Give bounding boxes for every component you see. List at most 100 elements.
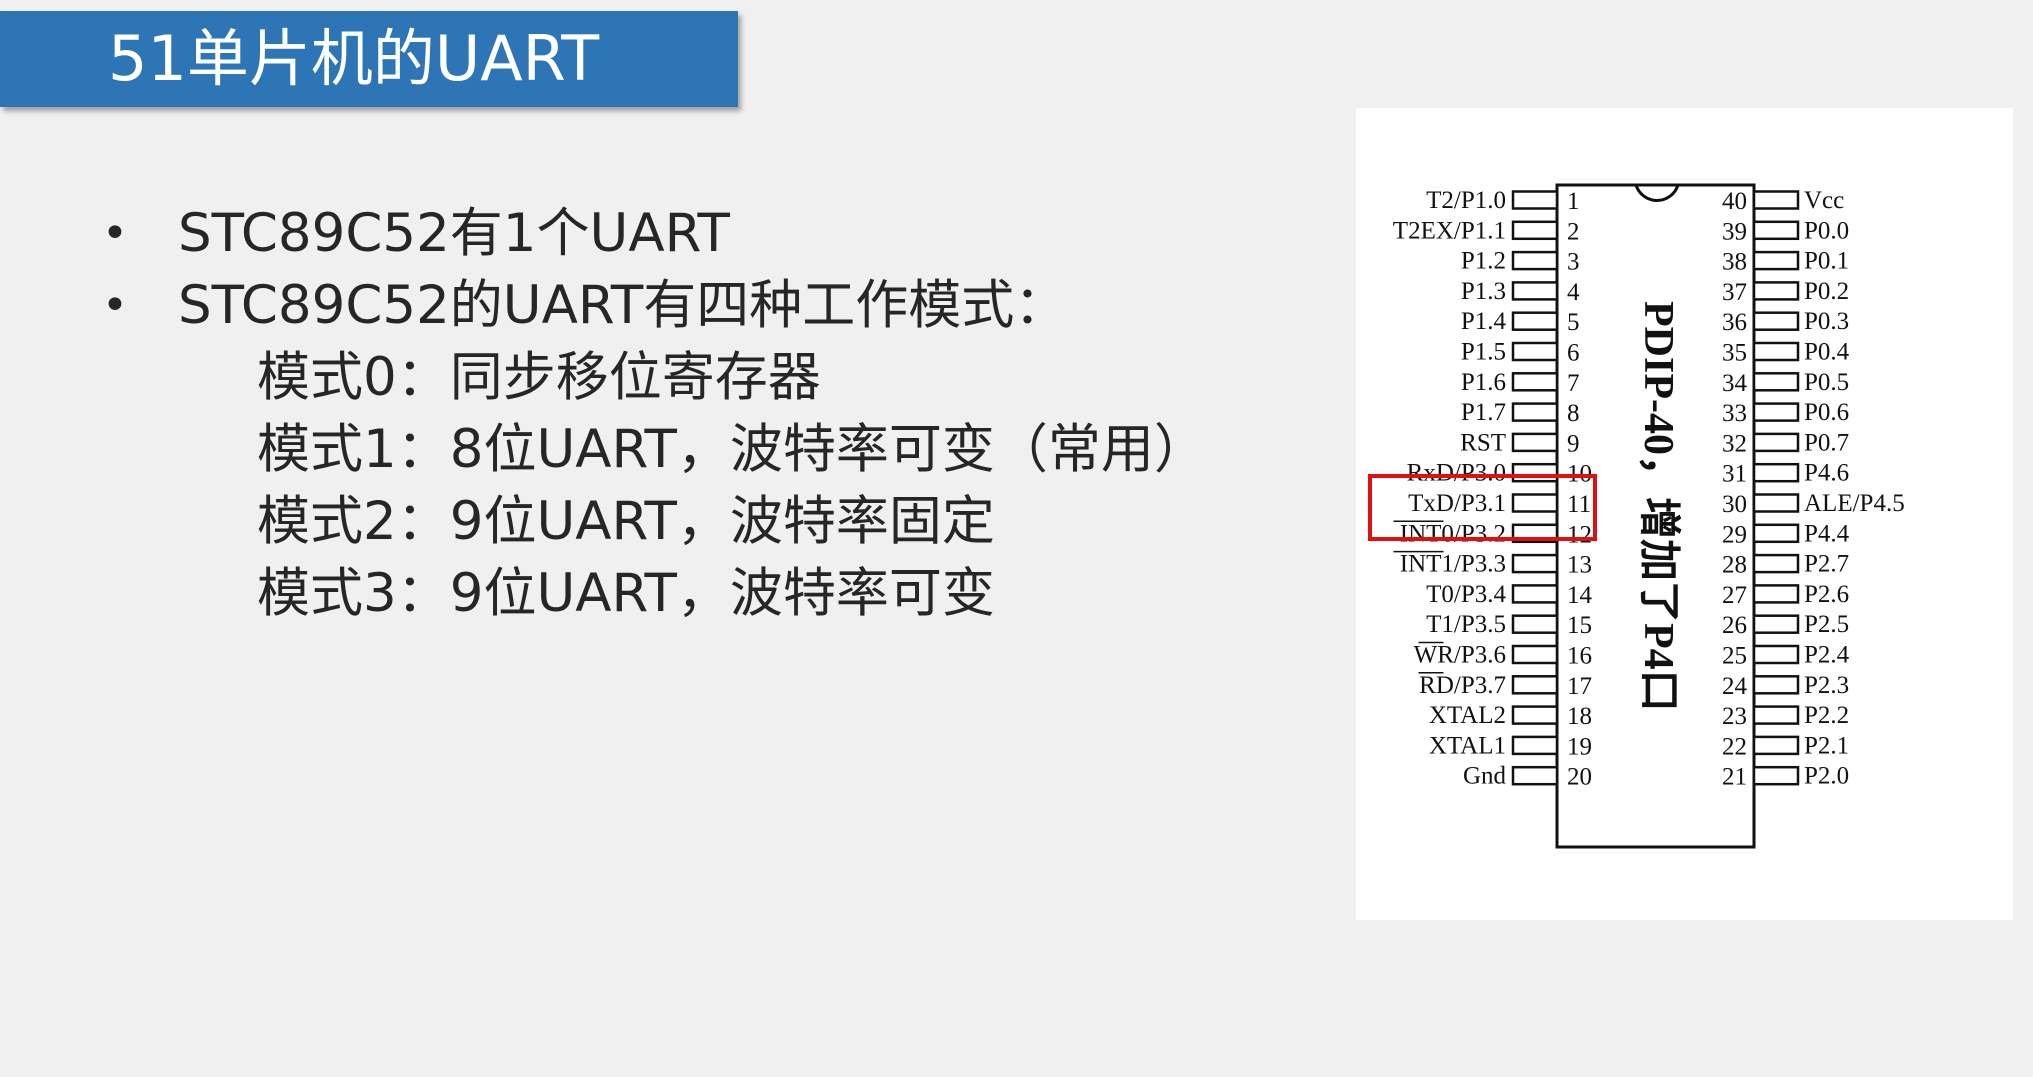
pin-box (1511, 372, 1559, 392)
pin-number: 21 (1722, 764, 1747, 791)
pin-box (1752, 523, 1800, 544)
pin-number: 8 (1567, 400, 1580, 427)
pin-box (1752, 462, 1800, 483)
pin-number: 11 (1567, 491, 1591, 518)
pin-number: 17 (1567, 673, 1592, 700)
title-bar: 51单片机的UART (0, 11, 738, 107)
pin-number: 6 (1567, 340, 1580, 367)
pin-number: 18 (1567, 703, 1592, 730)
pin-box (1511, 190, 1559, 210)
pin-number: 27 (1722, 582, 1747, 609)
pin-box (1511, 705, 1559, 725)
pin-number: 19 (1567, 733, 1592, 760)
pin-number: 31 (1722, 461, 1747, 488)
pin-number: 39 (1722, 218, 1747, 245)
pin-box (1752, 644, 1800, 665)
pin-box (1752, 553, 1800, 574)
pin-box (1511, 432, 1559, 453)
pin-number: 29 (1722, 521, 1747, 548)
pin-label: XTAL1 (1429, 732, 1506, 759)
pin-label: RST (1460, 429, 1506, 456)
pin-number: 35 (1722, 340, 1747, 367)
pin-number: 32 (1722, 430, 1747, 457)
bullet-text: STC89C52有1个UART (178, 203, 730, 264)
pin-box (1511, 341, 1559, 362)
pin-number: 37 (1722, 279, 1747, 306)
pin-label: RD/P3.7 (1419, 672, 1506, 699)
pin-label: INT0/P3.2 (1400, 520, 1506, 547)
chip-label: PDIP-40，增加了P4口 (1635, 301, 1682, 712)
pin-label: INT1/P3.3 (1400, 551, 1506, 578)
pin-box (1752, 705, 1800, 725)
mode-text: 模式0：同步移位寄存器 (257, 347, 821, 408)
pin-label: P0.1 (1804, 248, 1849, 275)
pin-label: P1.7 (1461, 399, 1506, 426)
pin-box (1752, 765, 1800, 786)
pin-label: XTAL2 (1429, 702, 1506, 729)
pin-label: P0.0 (1804, 217, 1849, 244)
pin-box (1752, 675, 1800, 695)
pin-box (1511, 462, 1559, 483)
pin-box (1752, 281, 1800, 301)
pin-label: P1.5 (1461, 339, 1506, 366)
pin-number: 33 (1722, 400, 1747, 427)
pin-label: P2.1 (1804, 732, 1849, 759)
pin-box (1752, 614, 1800, 634)
slide-title: 51单片机的UART (108, 22, 600, 95)
pin-number: 23 (1722, 703, 1747, 730)
pin-label: P0.4 (1804, 339, 1850, 366)
pin-label: P1.2 (1461, 248, 1506, 275)
pin-label: T2EX/P1.1 (1393, 217, 1506, 244)
pin-label: T2/P1.0 (1426, 187, 1506, 214)
pin-box (1752, 190, 1800, 210)
pin-box (1752, 432, 1800, 453)
pin-box (1752, 311, 1800, 331)
pin-label: P2.5 (1804, 611, 1849, 638)
pin-label: P2.2 (1804, 702, 1849, 729)
pin-box (1752, 250, 1800, 271)
pin-label: P2.6 (1804, 581, 1849, 608)
pin-number: 4 (1567, 279, 1580, 306)
mode-text: 模式3：9位UART，波特率可变 (257, 563, 995, 624)
pin-label: TxD/P3.1 (1408, 490, 1506, 517)
pin-number: 25 (1722, 643, 1747, 670)
pin-number: 24 (1722, 673, 1748, 700)
pin-label: T1/P3.5 (1426, 611, 1506, 638)
pin-box (1511, 735, 1559, 756)
pin-box (1511, 553, 1559, 574)
pin-number: 5 (1567, 309, 1580, 336)
pin-label: P1.6 (1461, 369, 1506, 396)
pin-number: 15 (1567, 612, 1592, 639)
pin-number: 40 (1722, 188, 1747, 215)
pin-number: 12 (1567, 521, 1592, 548)
pin-box (1752, 402, 1800, 422)
pin-label: P2.0 (1804, 763, 1849, 790)
pin-label: P1.3 (1461, 278, 1506, 305)
pin-label: Vcc (1804, 187, 1844, 214)
pin-number: 36 (1722, 309, 1747, 336)
pin-number: 38 (1722, 249, 1747, 276)
pin-label: P1.4 (1461, 308, 1507, 335)
pinout-svg: PDIP-40，增加了P4口 T2/P1.0 1 T2EX/P1.1 2 P1.2 3 P1… (1368, 183, 1905, 849)
pin-label: P0.2 (1804, 278, 1849, 305)
pin-box (1752, 341, 1800, 362)
bullet-dot-icon: • (102, 208, 128, 259)
pin-number: 2 (1567, 218, 1580, 245)
pin-label: P4.6 (1804, 460, 1849, 487)
pin-box (1511, 765, 1559, 786)
bullet-dot-icon: • (102, 280, 128, 331)
pin-label: P2.7 (1804, 551, 1849, 578)
pin-box (1752, 493, 1800, 513)
pin-box (1752, 735, 1800, 756)
pin-number: 1 (1567, 188, 1580, 215)
pin-label: P2.3 (1804, 672, 1849, 699)
pin-box (1752, 584, 1800, 604)
mode-text: 模式2：9位UART，波特率固定 (257, 491, 995, 552)
pin-label: P0.3 (1804, 308, 1849, 335)
pin-label: WR/P3.6 (1414, 642, 1506, 669)
pin-box (1511, 614, 1559, 634)
pin-number: 20 (1567, 764, 1592, 791)
pin-label: P4.4 (1804, 520, 1850, 547)
pin-label: P0.5 (1804, 369, 1849, 396)
pin-label: P0.6 (1804, 399, 1849, 426)
